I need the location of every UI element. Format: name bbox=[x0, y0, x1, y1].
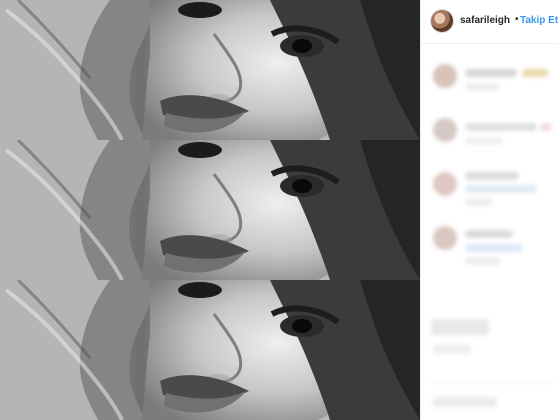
portrait-image-3 bbox=[0, 280, 420, 420]
blurred-text-line bbox=[465, 257, 501, 265]
commenter-avatar-icon bbox=[433, 118, 457, 142]
blurred-comment-4 bbox=[421, 214, 558, 268]
commenter-avatar-icon bbox=[433, 226, 457, 250]
blurred-comment-1 bbox=[421, 52, 558, 106]
portrait-image-2 bbox=[0, 140, 420, 280]
blurred-text-line bbox=[465, 198, 493, 206]
post-sidebar: safarileigh • Takip Et bbox=[420, 0, 558, 420]
header-separator: • bbox=[515, 14, 519, 25]
blurred-date bbox=[433, 344, 471, 354]
username-link[interactable]: safarileigh bbox=[460, 15, 510, 26]
blurred-comments-panel bbox=[421, 44, 558, 420]
blurred-text-line bbox=[465, 185, 537, 193]
avatar-icon[interactable] bbox=[431, 10, 453, 32]
blurred-comment-2 bbox=[421, 106, 558, 160]
blurred-divider bbox=[431, 382, 553, 383]
blurred-comment-3 bbox=[421, 160, 558, 214]
blurred-text-line bbox=[465, 123, 537, 131]
blurred-text-line bbox=[522, 69, 548, 77]
blurred-text-line bbox=[465, 244, 523, 252]
blurred-text-line bbox=[465, 69, 517, 77]
blurred-text-line bbox=[465, 230, 513, 238]
instagram-post: safarileigh • Takip Et bbox=[0, 0, 558, 420]
commenter-avatar-icon bbox=[433, 64, 457, 88]
follow-button[interactable]: Takip Et bbox=[520, 15, 558, 26]
blurred-text-line bbox=[540, 123, 552, 131]
blurred-stats bbox=[431, 319, 489, 335]
post-media[interactable] bbox=[0, 0, 420, 420]
portrait-image-1 bbox=[0, 0, 420, 140]
blurred-text-line bbox=[465, 137, 503, 145]
media-strip-3 bbox=[0, 280, 420, 420]
media-strip-2 bbox=[0, 140, 420, 280]
blurred-comment-input bbox=[433, 397, 497, 407]
post-header: safarileigh • Takip Et bbox=[421, 0, 558, 44]
commenter-avatar-icon bbox=[433, 172, 457, 196]
blurred-text-line bbox=[465, 172, 519, 180]
blurred-text-line bbox=[465, 83, 499, 91]
media-strip-1 bbox=[0, 0, 420, 140]
